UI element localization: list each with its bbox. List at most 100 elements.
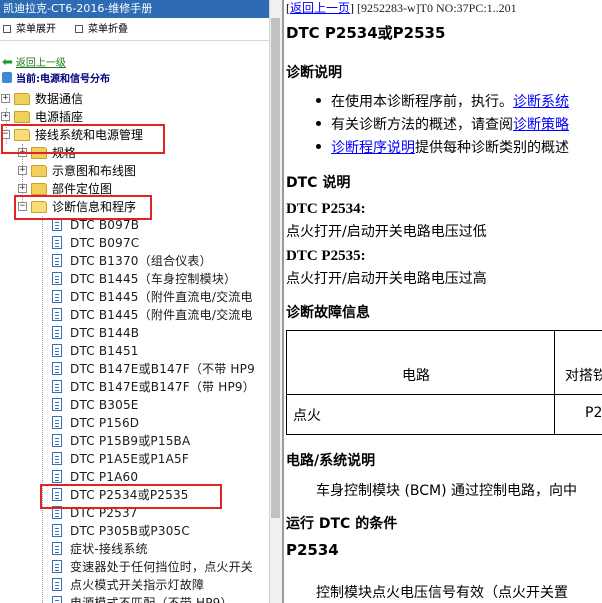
highlight-box: [1, 124, 165, 154]
table-header-circuit: 电路: [402, 368, 430, 384]
document-icon: [52, 236, 62, 249]
fault-info-heading: 诊断故障信息: [286, 305, 370, 321]
document-icon: [52, 326, 62, 339]
dtc-description: 点火打开/启动开关电路电压过低: [286, 224, 487, 240]
navigation-pane: 凯迪拉克-CT6-2016-维修手册 菜单展开 菜单折叠 ⬅ 返回上一级 当前:电…: [0, 0, 269, 603]
bullet: [316, 98, 321, 103]
tree-item-label: DTC B1451: [70, 344, 139, 358]
tree-item-document[interactable]: DTC B1451: [0, 342, 269, 360]
expand-menu-button[interactable]: 菜单展开: [3, 22, 56, 38]
collapse-icon: [75, 25, 83, 33]
tree-item-document[interactable]: DTC B1445（车身控制模块）: [0, 270, 269, 288]
expand-toggle-icon[interactable]: +: [1, 94, 10, 103]
tree-item-document[interactable]: DTC B097C: [0, 234, 269, 252]
tree-item-document[interactable]: DTC B305E: [0, 396, 269, 414]
tree-item-document[interactable]: DTC B1370（组合仪表）: [0, 252, 269, 270]
circuit-description-text: 车身控制模块 (BCM) 通过控制电路，向中: [316, 483, 578, 499]
doc-meta: [9252283-w]T0 NO:37PC:1..201: [357, 1, 517, 15]
tree-item-label: 症状-接线系统: [70, 542, 148, 556]
tree-item-label: DTC B305E: [70, 398, 139, 412]
diagnostic-strategy-link[interactable]: 诊断策略: [513, 117, 569, 133]
document-icon: [52, 578, 62, 591]
document-icon: [52, 308, 62, 321]
expand-toggle-icon[interactable]: +: [1, 112, 10, 121]
tree-item-label: DTC B144B: [70, 326, 140, 340]
folder-icon: [14, 93, 30, 105]
table-cell: 点火: [293, 408, 321, 424]
tree-item-label: 示意图和布线图: [52, 164, 137, 178]
tree-item-document[interactable]: DTC P15B9或P15BA: [0, 432, 269, 450]
section-icon: [2, 72, 12, 83]
tree-item-document[interactable]: 变速器处于任何挡位时，点火开关: [0, 558, 269, 576]
tree-item-label: DTC B147E或B147F（不带 HP9: [70, 362, 255, 376]
document-icon: [52, 434, 62, 447]
tree-item-label: DTC B1445（车身控制模块）: [70, 272, 237, 286]
tree-item-document[interactable]: DTC B147E或B147F（带 HP9）: [0, 378, 269, 396]
expand-icon: [3, 25, 11, 33]
list-item: 有关诊断方法的概述，请查阅诊断策略: [316, 114, 569, 134]
tree-item-label: DTC B097C: [70, 236, 140, 250]
tree-item-document[interactable]: 症状-接线系统: [0, 540, 269, 558]
tree-item-label: DTC B1445（附件直流电/交流电: [70, 290, 253, 304]
manual-title: 凯迪拉克-CT6-2016-维修手册: [3, 2, 153, 15]
document-icon: [52, 416, 62, 429]
tree-item-label: DTC P1A5E或P1A5F: [70, 452, 189, 466]
document-icon: [52, 344, 62, 357]
tree-item-label: DTC P15B9或P15BA: [70, 434, 191, 448]
highlight-box: [14, 195, 152, 220]
table-divider: [554, 331, 555, 434]
dtc-description-heading: DTC 说明: [286, 175, 351, 191]
diagnostic-system-link[interactable]: 诊断系统: [513, 94, 569, 110]
document-icon: [52, 452, 62, 465]
tree-item-document[interactable]: DTC P156D: [0, 414, 269, 432]
tree-item-folder[interactable]: + 示意图和布线图: [0, 162, 269, 180]
tree-item-document[interactable]: 点火模式开关指示灯故障: [0, 576, 269, 594]
tree-item-document[interactable]: DTC B147E或B147F（不带 HP9: [0, 360, 269, 378]
document-icon: [52, 362, 62, 375]
document-icon: [52, 290, 62, 303]
tree-item-folder[interactable]: + 数据通信: [0, 90, 269, 108]
expand-toggle-icon[interactable]: +: [18, 184, 27, 193]
tree-toolbar: 菜单展开 菜单折叠: [0, 19, 269, 41]
tree-item-document[interactable]: DTC B144B: [0, 324, 269, 342]
manual-title-bar: 凯迪拉克-CT6-2016-维修手册: [0, 0, 269, 18]
document-icon: [52, 524, 62, 537]
bullet: [316, 121, 321, 126]
tree-item-label: 数据通信: [35, 92, 84, 106]
list-item: 诊断程序说明提供每种诊断类别的概述: [316, 137, 569, 157]
diagnostic-heading: 诊断说明: [286, 65, 342, 81]
back-page-link[interactable]: 返回上一页: [290, 1, 350, 15]
current-section-label: 当前:电源和信号分布: [2, 72, 110, 86]
tree-item-document[interactable]: DTC P305B或P305C: [0, 522, 269, 540]
content-pane: [返回上一页] [9252283-w]T0 NO:37PC:1..201 DTC…: [284, 0, 602, 603]
tree-item-label: 点火模式开关指示灯故障: [70, 578, 205, 592]
back-up-level-link[interactable]: ⬅ 返回上一级: [2, 56, 66, 70]
document-icon: [52, 398, 62, 411]
tree-item-label: DTC P305B或P305C: [70, 524, 190, 538]
folder-icon: [31, 165, 47, 177]
document-icon: [52, 542, 62, 555]
tree-item-document[interactable]: DTC P1A5E或P1A5F: [0, 450, 269, 468]
tree-item-document[interactable]: DTC B1445（附件直流电/交流电: [0, 288, 269, 306]
tree-item-label: DTC B1370（组合仪表）: [70, 254, 212, 268]
collapse-menu-button[interactable]: 菜单折叠: [75, 22, 128, 38]
tree-item-label: DTC P156D: [70, 416, 140, 430]
fault-info-table: 电路 对搭铁 点火 P2: [286, 330, 602, 435]
document-icon: [52, 560, 62, 573]
document-icon: [52, 272, 62, 285]
dtc-description: 点火打开/启动开关电路电压过高: [286, 271, 487, 287]
expand-toggle-icon[interactable]: +: [18, 166, 27, 175]
tree-item-label: DTC B147E或B147F（带 HP9）: [70, 380, 255, 394]
bullet: [316, 144, 321, 149]
run-conditions-text: 控制模块点火电压信号有效（点火开关置: [316, 585, 568, 601]
table-cell: P2: [585, 405, 602, 421]
dtc-code: DTC P2534:: [286, 201, 366, 217]
diagnostic-procedure-link[interactable]: 诊断程序说明: [331, 140, 415, 156]
tree-item-document[interactable]: 电源模式不匹配（不带 HP9）: [0, 594, 269, 603]
folder-icon: [14, 111, 30, 123]
tree-item-label: DTC B1445（附件直流电/交流电: [70, 308, 253, 322]
page-title: DTC P2534或P2535: [286, 24, 446, 42]
tree-item-document[interactable]: DTC B1445（附件直流电/交流电: [0, 306, 269, 324]
tree-item-label: 电源模式不匹配（不带 HP9）: [70, 596, 233, 603]
scrollbar-thumb[interactable]: [271, 18, 280, 518]
